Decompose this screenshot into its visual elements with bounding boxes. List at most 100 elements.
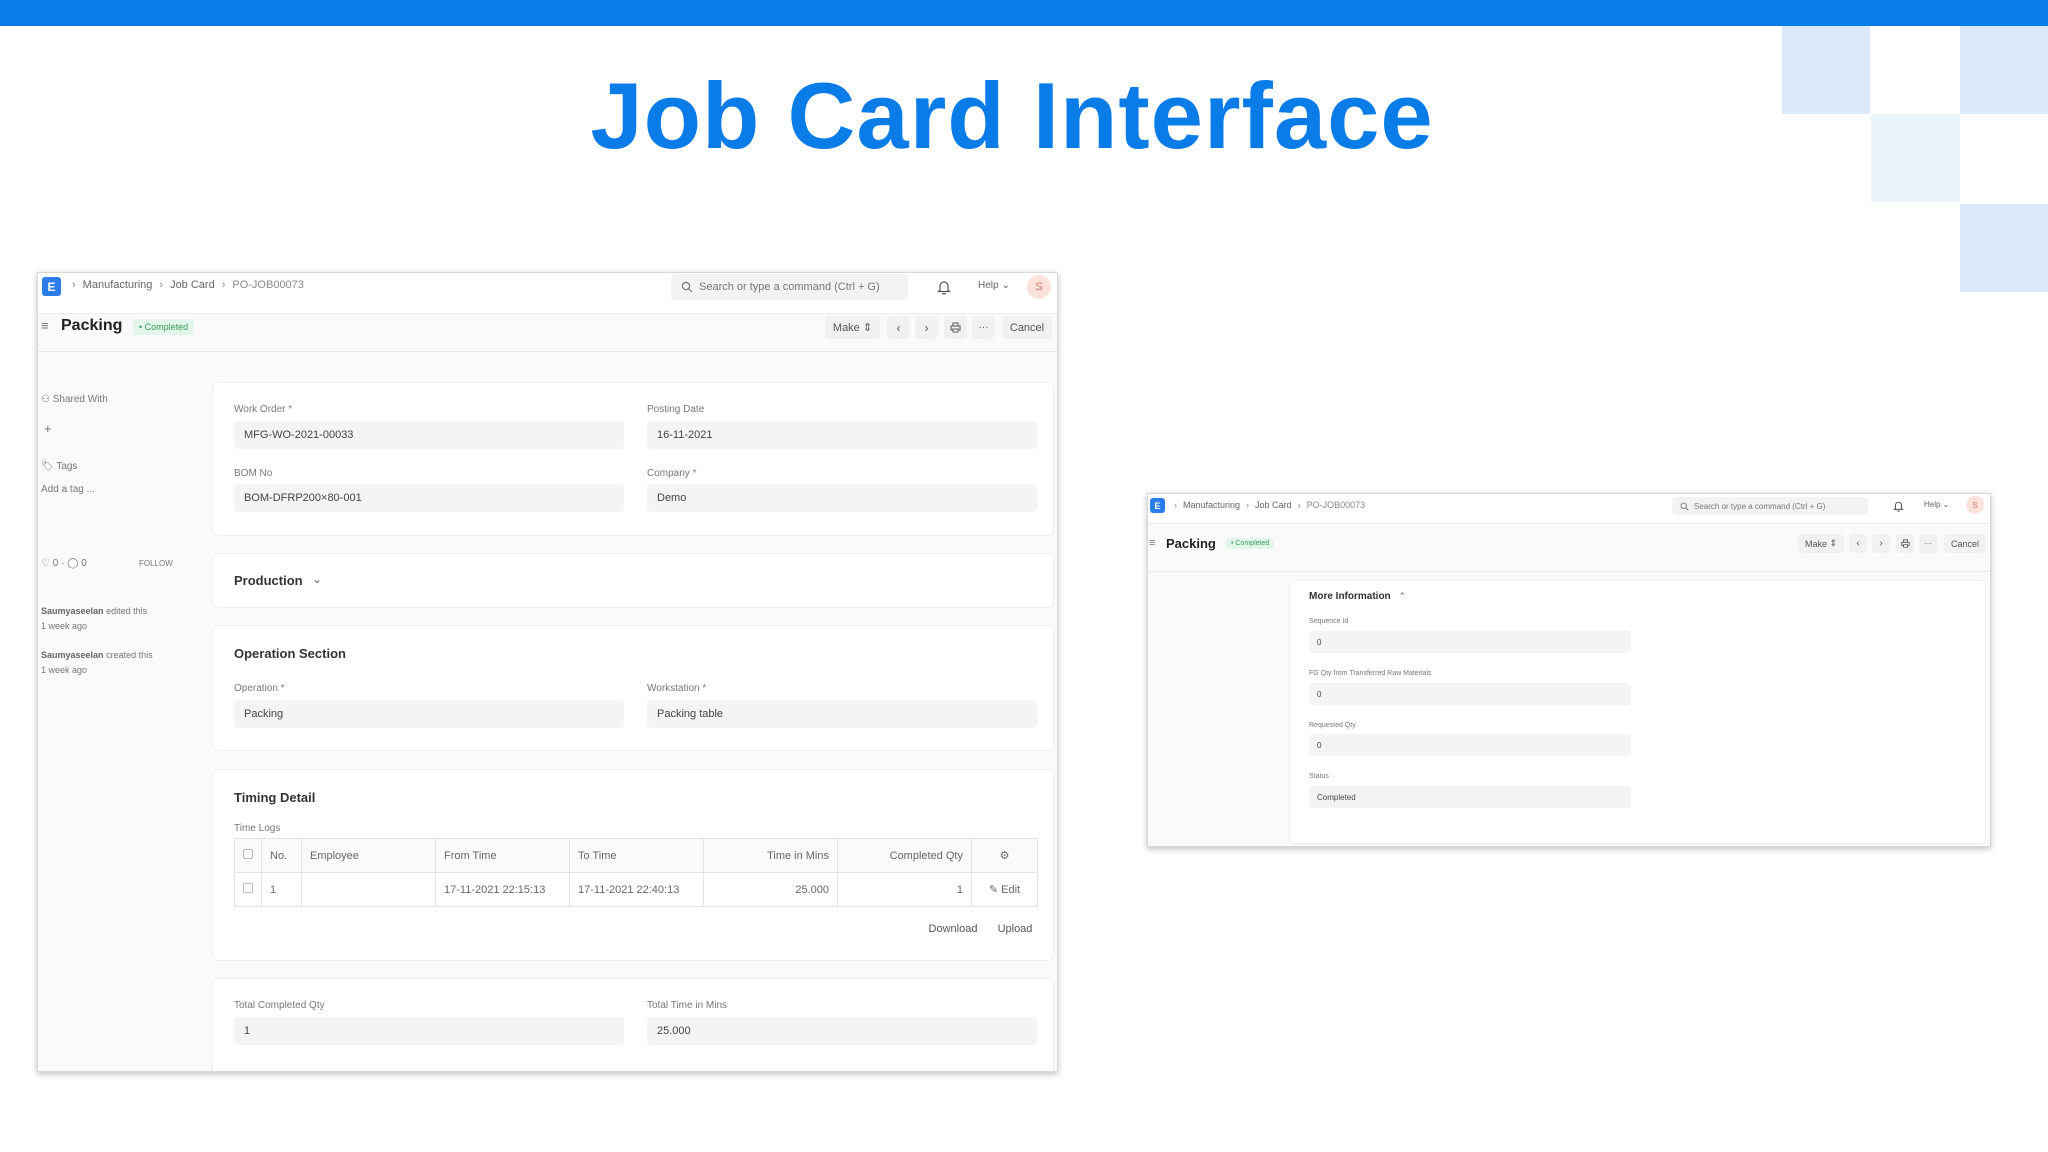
status-badge-label: Completed <box>1235 540 1270 547</box>
workstation-label: Workstation * <box>647 683 707 694</box>
more-information-header[interactable]: More Information ⌃ <box>1309 591 1406 602</box>
like-count: 0 <box>52 558 59 569</box>
search-bar[interactable]: Search or type a command (Ctrl + G) <box>671 274 908 300</box>
download-button[interactable]: Download <box>920 917 986 941</box>
row-edit-button[interactable]: ✎ Edit <box>971 872 1038 907</box>
activity-user: Saumyaseelan <box>41 606 104 616</box>
avatar[interactable]: S <box>1027 275 1051 299</box>
total-completed-qty-field[interactable]: 1 <box>234 1017 624 1045</box>
page-header: ≡ Packing • Completed Make ⇕ ‹ › ··· Can… <box>38 314 1057 352</box>
status-badge-label: Completed <box>144 322 189 332</box>
make-button[interactable]: Make ⇕ <box>825 316 880 339</box>
activity-action: created this <box>106 650 153 660</box>
app-logo[interactable]: E <box>42 277 61 296</box>
cell-completed-qty[interactable]: 1 <box>837 872 972 907</box>
slide-top-bar <box>0 0 2048 26</box>
avatar[interactable]: S <box>1966 496 1984 514</box>
slide-title: Job Card Interface <box>590 63 1434 168</box>
activity-time: 1 week ago <box>41 621 88 631</box>
cell-time-in-mins[interactable]: 25.000 <box>703 872 838 907</box>
add-share-button[interactable]: + <box>44 421 52 436</box>
comment-icon[interactable]: ◯ <box>67 558 78 569</box>
app-logo[interactable]: E <box>1150 498 1165 513</box>
breadcrumb-manufacturing[interactable]: Manufacturing <box>83 279 153 291</box>
breadcrumb-current[interactable]: PO-JOB00073 <box>232 279 304 291</box>
details-card: Work Order * MFG-WO-2021-00033 Posting D… <box>212 382 1054 536</box>
prev-button[interactable]: ‹ <box>887 316 910 339</box>
requested-qty-field[interactable]: 0 <box>1309 734 1631 756</box>
requested-qty-label: Requested Qty <box>1309 722 1356 729</box>
print-button[interactable] <box>1896 534 1914 553</box>
page-title: Packing <box>61 317 123 334</box>
chevron-up-icon: ⌃ <box>1398 591 1407 601</box>
help-menu[interactable]: Help ⌄ <box>1924 500 1949 509</box>
cancel-button[interactable]: Cancel <box>1002 316 1052 339</box>
sequence-id-field[interactable]: 0 <box>1309 631 1631 653</box>
col-time-in-mins: Time in Mins <box>703 838 838 873</box>
tags-label: 🏷 Tags <box>41 461 78 472</box>
decorative-square <box>1960 204 2048 292</box>
help-label: Help <box>1924 500 1941 509</box>
breadcrumb-separator: › <box>1174 500 1177 510</box>
breadcrumb-manufacturing[interactable]: Manufacturing <box>1183 500 1240 510</box>
workstation-field[interactable]: Packing table <box>647 700 1037 728</box>
select-all-checkbox[interactable] <box>234 838 262 873</box>
chevron-down-icon: ⌄ <box>1001 280 1010 291</box>
company-label: Company * <box>647 468 697 479</box>
cancel-button[interactable]: Cancel <box>1944 534 1986 553</box>
search-icon <box>681 281 693 293</box>
breadcrumb-current[interactable]: PO-JOB00073 <box>1307 500 1366 510</box>
cell-employee[interactable] <box>301 872 436 907</box>
job-card-screenshot-large: E › Manufacturing › Job Card › PO-JOB000… <box>37 272 1058 1072</box>
chevron-down-icon: ⌄ <box>1942 500 1950 509</box>
breadcrumb-job-card[interactable]: Job Card <box>1255 500 1292 510</box>
printer-icon <box>1900 539 1910 548</box>
print-button[interactable] <box>944 316 967 339</box>
breadcrumb-job-card[interactable]: Job Card <box>170 279 215 291</box>
operation-field[interactable]: Packing <box>234 700 624 728</box>
bell-icon[interactable] <box>1893 500 1904 512</box>
posting-date-label: Posting Date <box>647 404 705 415</box>
more-button[interactable]: ··· <box>1919 534 1937 553</box>
search-bar[interactable]: Search or type a command (Ctrl + G) <box>1672 497 1868 515</box>
activity-item: Saumyaseelan created this 1 week ago <box>41 648 153 678</box>
make-button[interactable]: Make ⇕ <box>1798 534 1844 553</box>
bom-no-field[interactable]: BOM-DFRP200×80-001 <box>234 484 624 512</box>
company-field[interactable]: Demo <box>647 484 1037 512</box>
cancel-label: Cancel <box>1950 538 1979 549</box>
make-label: Make <box>832 321 860 334</box>
table-row[interactable]: 1 17-11-2021 22:15:13 17-11-2021 22:40:1… <box>234 872 1038 907</box>
col-no: No. <box>261 838 302 873</box>
cell-from-time[interactable]: 17-11-2021 22:15:13 <box>435 872 570 907</box>
posting-date-field[interactable]: 16-11-2021 <box>647 421 1037 449</box>
menu-icon[interactable]: ≡ <box>1149 537 1155 549</box>
search-placeholder: Search or type a command (Ctrl + G) <box>699 281 880 293</box>
production-section[interactable]: Production ⌄ <box>212 553 1054 608</box>
prev-button[interactable]: ‹ <box>1849 534 1867 553</box>
help-menu[interactable]: Help ⌄ <box>978 280 1010 291</box>
next-button[interactable]: › <box>915 316 938 339</box>
add-tag-link[interactable]: Add a tag ... <box>41 484 95 495</box>
cell-to-time[interactable]: 17-11-2021 22:40:13 <box>569 872 704 907</box>
job-card-screenshot-small: E › Manufacturing › Job Card › PO-JOB000… <box>1147 493 1991 847</box>
total-time-field[interactable]: 25.000 <box>647 1017 1037 1045</box>
bell-icon[interactable] <box>937 279 951 295</box>
upload-button[interactable]: Upload <box>990 917 1040 941</box>
status-label: Status <box>1309 773 1329 780</box>
heart-icon[interactable]: ♡ <box>41 558 50 569</box>
menu-icon[interactable]: ≡ <box>41 318 49 333</box>
follow-link[interactable]: FOLLOW <box>139 559 173 568</box>
column-settings-icon[interactable]: ⚙ <box>971 838 1038 873</box>
fg-qty-field[interactable]: 0 <box>1309 683 1631 705</box>
breadcrumb-separator: › <box>1246 500 1250 510</box>
sequence-id-label: Sequence Id <box>1309 618 1349 625</box>
likes-comments: ♡ 0 · ◯ 0 <box>41 558 87 569</box>
work-order-field[interactable]: MFG-WO-2021-00033 <box>234 421 624 449</box>
more-button[interactable]: ··· <box>972 316 995 339</box>
row-checkbox[interactable] <box>234 872 262 907</box>
status-field[interactable]: Completed <box>1309 786 1631 808</box>
next-button[interactable]: › <box>1872 534 1890 553</box>
col-completed-qty: Completed Qty <box>837 838 972 873</box>
operation-section-title: Operation Section <box>234 646 346 661</box>
breadcrumb-separator: › <box>72 279 76 291</box>
